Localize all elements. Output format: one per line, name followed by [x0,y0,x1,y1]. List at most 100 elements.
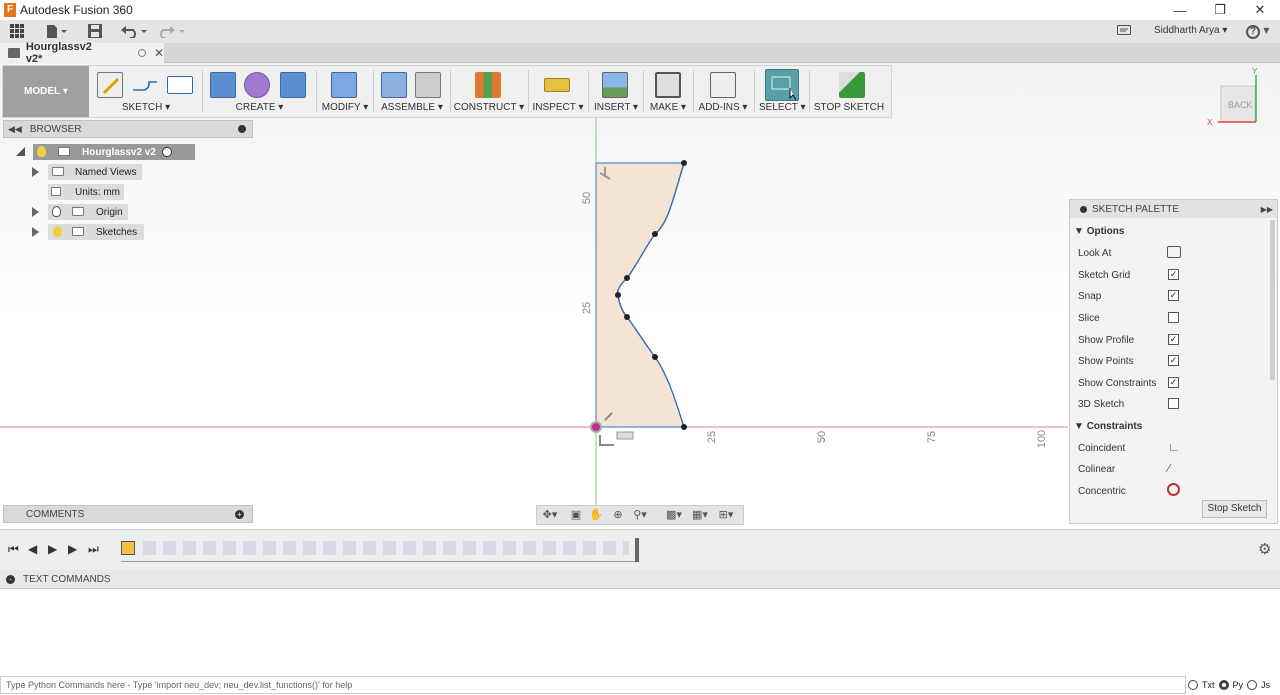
constraint-coincident[interactable]: Coincident [1078,441,1125,455]
coincident-icon[interactable]: ∟ [1168,440,1180,454]
save-icon[interactable] [88,24,102,38]
rectangle-icon[interactable] [167,76,193,94]
close-tab-icon[interactable]: ✕ [154,46,164,60]
offset-plane-icon[interactable] [475,72,501,98]
comments-header[interactable]: COMMENTS + [3,505,253,523]
orbit-icon[interactable]: ✥▾ [541,508,559,524]
mode-py-radio[interactable] [1218,680,1229,690]
data-panel-icon[interactable] [10,24,24,38]
make-menu[interactable]: MAKE ▾ [646,102,690,113]
redo-icon[interactable] [158,24,186,39]
browser-root[interactable]: Hourglassv2 v2 [16,144,195,160]
document-tab[interactable]: Hourglassv2 v2* ✕ [0,41,164,65]
stop-sketch-button[interactable]: Stop Sketch [1202,500,1267,518]
mode-js-radio[interactable] [1247,680,1258,690]
expand-icon[interactable] [32,227,39,237]
play-button[interactable]: ▶ [48,542,57,556]
assemble-group[interactable]: ASSEMBLE ▾ [377,66,447,117]
new-component-icon[interactable] [381,72,407,98]
expand-icon[interactable] [32,167,39,177]
mode-txt-radio[interactable] [1188,680,1198,690]
inspect-menu[interactable]: INSPECT ▾ [531,102,585,113]
stop-sketch-group[interactable]: STOP SKETCH [813,66,885,117]
zoom-icon[interactable]: ⊕ [609,508,627,524]
timeline-settings-icon[interactable]: ⚙ [1258,540,1271,558]
show-profile-checkbox[interactable]: ✓ [1168,334,1179,345]
sketch-grid-checkbox[interactable]: ✓ [1168,269,1179,280]
workspace-switcher[interactable]: MODEL ▾ [3,66,89,117]
browser-header[interactable]: ◀◀ BROWSER [3,120,253,138]
modify-menu[interactable]: MODIFY ▾ [319,102,371,113]
construct-menu[interactable]: CONSTRUCT ▾ [453,102,525,113]
snap-checkbox[interactable]: ✓ [1168,290,1179,301]
create-sketch-icon[interactable] [97,72,123,98]
constraint-colinear[interactable]: Colinear [1078,462,1115,476]
make-group[interactable]: MAKE ▾ [646,66,690,117]
create-menu[interactable]: CREATE ▾ [206,102,313,113]
slice-checkbox[interactable] [1168,312,1179,323]
palette-scrollbar[interactable] [1270,220,1275,380]
add-ins-group[interactable]: ADD-INS ▾ [696,66,750,117]
first-step-button[interactable]: ⏮ [8,542,19,557]
sketch-menu[interactable]: SKETCH ▾ [93,102,199,113]
expand-palette-icon[interactable]: ▶▶ [1261,205,1273,214]
browser-pin-icon[interactable] [238,125,246,133]
look-at-icon[interactable]: ▣ [567,508,585,524]
create-group[interactable]: CREATE ▾ [206,66,313,117]
sketch-group[interactable]: SKETCH ▾ [93,66,199,117]
expand-icon[interactable] [32,207,39,217]
last-step-button[interactable]: ⏭ [88,542,99,557]
3d-print-icon[interactable] [655,72,681,98]
show-constraints-checkbox[interactable]: ✓ [1168,377,1179,388]
show-points-checkbox[interactable]: ✓ [1168,355,1179,366]
sketch-palette-header[interactable]: SKETCH PALETTE ▶▶ [1070,200,1277,218]
pan-icon[interactable]: ✋ [587,508,605,524]
file-menu-icon[interactable] [46,24,68,39]
form-icon[interactable] [244,72,270,98]
maximize-button[interactable]: ❐ [1200,0,1240,20]
modify-group[interactable]: MODIFY ▾ [319,66,371,117]
collapse-icon[interactable] [16,147,25,156]
constraint-concentric[interactable]: Concentric [1078,484,1126,498]
inspect-group[interactable]: INSPECT ▾ [531,66,585,117]
user-menu[interactable]: Siddharth Arya ▾ [1154,25,1227,36]
select-menu[interactable]: SELECT ▾ [759,102,806,113]
timeline-track[interactable] [121,540,636,562]
options-section[interactable]: ▼ Options [1074,224,1124,238]
visibility-bulb-icon[interactable] [53,226,62,237]
constraints-section[interactable]: ▼ Constraints [1074,419,1142,433]
collapse-panel-icon[interactable]: ◀◀ [8,124,22,135]
timeline-sketch-icon[interactable] [121,541,135,555]
viewcube-back-label[interactable]: BACK [1228,100,1253,110]
activate-radio-icon[interactable] [162,147,172,157]
select-icon[interactable] [765,69,799,101]
extrude-icon[interactable] [210,72,236,98]
python-command-input[interactable]: Type Python Commands here - Type 'import… [0,676,1186,694]
3d-sketch-checkbox[interactable] [1168,398,1179,409]
measure-icon[interactable] [544,78,570,92]
timeline-marker[interactable] [635,538,639,562]
help-menu[interactable]: ? ▾ [1246,23,1270,39]
colinear-icon[interactable]: ∕ [1168,461,1170,475]
undo-icon[interactable] [120,24,148,39]
browser-item-named-views[interactable]: Named Views [32,164,142,180]
grid-settings-icon[interactable]: ▦▾ [691,508,709,524]
browser-item-sketches[interactable]: Sketches [32,224,144,240]
joint-icon[interactable] [415,72,441,98]
collapse-panel-icon[interactable]: - [6,574,15,584]
job-status-icon[interactable] [1117,25,1131,37]
fit-icon[interactable]: ⚲▾ [631,508,649,524]
visibility-bulb-icon[interactable] [52,206,61,217]
concentric-icon[interactable] [1167,483,1180,496]
select-group[interactable]: SELECT ▾ [759,66,806,117]
insert-image-icon[interactable] [602,72,628,98]
viewports-icon[interactable]: ⊞▾ [717,508,735,524]
construct-group[interactable]: CONSTRUCT ▾ [453,66,525,117]
assemble-menu[interactable]: ASSEMBLE ▾ [377,102,447,113]
previous-step-button[interactable]: ◀ [28,542,37,556]
line-icon[interactable] [131,72,157,98]
insert-group[interactable]: INSERT ▾ [591,66,641,117]
text-commands-header[interactable]: - TEXT COMMANDS [0,570,1280,589]
palette-pin-icon[interactable] [1080,205,1087,213]
box-icon[interactable] [280,72,306,98]
